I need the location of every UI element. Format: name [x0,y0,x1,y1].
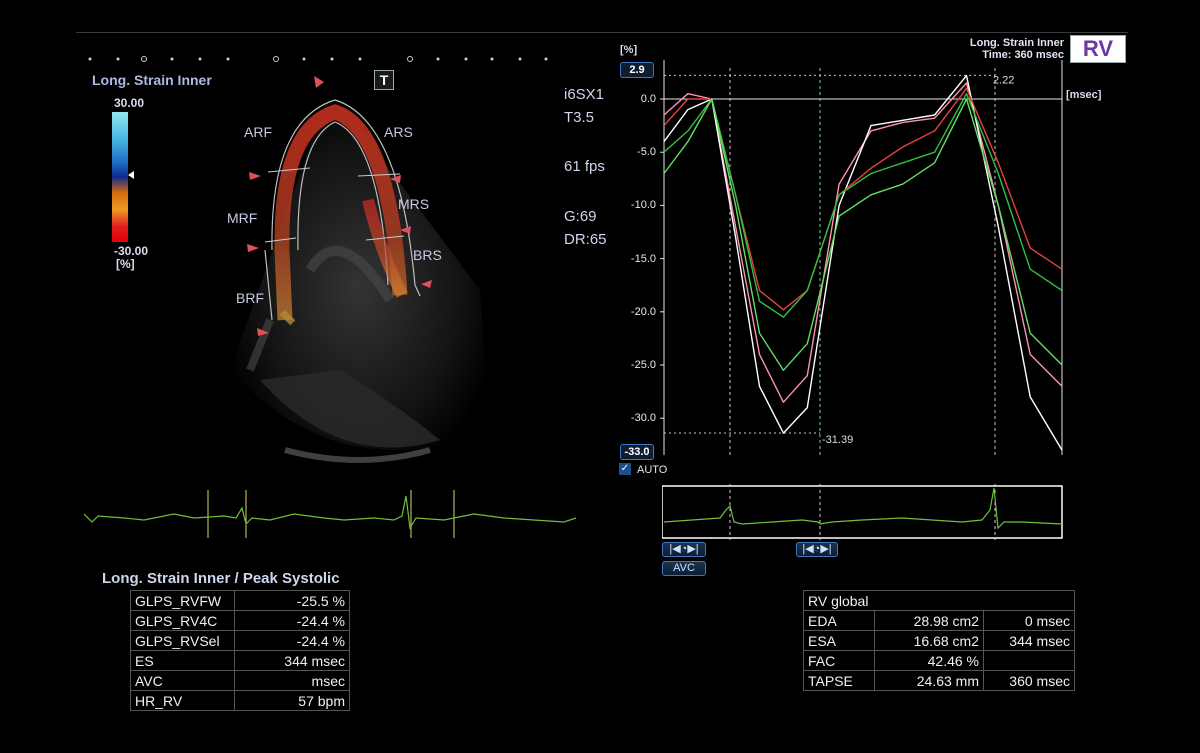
metric-value: -24.4 % [234,610,350,631]
metric-name: FAC [803,650,875,671]
metric-name: HR_RV [130,690,235,711]
top-separator [76,32,1128,33]
rv-global-title: RV global [803,590,1075,611]
rv-global-table: RV global EDA 28.98 cm2 0 msec ESA 16.68 cm2… [803,590,1075,691]
colorbar-min: -30.00 [114,244,149,258]
table-row: ESA 16.68 cm2 344 msec [803,630,1075,651]
strain-series-4 [663,98,1063,371]
colorbar-unit: [%] [116,257,135,271]
metric-value: 344 msec [234,650,350,671]
table-row: EDA 28.98 cm2 0 msec [803,610,1075,631]
strain-series-2 [663,87,1063,311]
plot-header-title: Long. Strain Inner [969,37,1064,49]
strain-curve-chart: -31.39 2.22 [660,60,1063,455]
strain-colorbar [112,112,128,242]
metric-value: -24.4 % [234,630,350,651]
table-row: GLPS_RVSel -24.4 % [130,630,350,651]
metric-time: 344 msec [983,630,1075,651]
metric-name: GLPS_RVFW [130,590,235,611]
playback-start-button[interactable]: |◀◔▶| [662,542,706,557]
metric-name: ESA [803,630,875,651]
tracking-t-icon[interactable]: T [374,70,394,90]
gain-label: G:69 [564,208,597,225]
metric-value: 42.46 % [874,650,984,671]
table-row: AVC msec [130,670,350,691]
metric-name: GLPS_RVSel [130,630,235,651]
segment-label-brf: BRF [236,290,264,306]
avc-button[interactable]: AVC [662,561,706,576]
metric-time: 0 msec [983,610,1075,631]
right-ecg-trace [662,484,1063,540]
metric-value: msec [234,670,350,691]
metric-value: 16.68 cm2 [874,630,984,651]
frequency-label: T3.5 [564,109,595,126]
table-row: GLPS_RVFW -25.5 % [130,590,350,611]
table-row: HR_RV 57 bpm [130,690,350,711]
playback-marker-button[interactable]: |◀◔▶| [796,542,838,557]
view-rv-indicator[interactable]: RV [1070,35,1126,63]
table-row: ES 344 msec [130,650,350,671]
segment-label-brs: BRS [413,247,442,263]
peak-systolic-table: GLPS_RVFW -25.5 % GLPS_RV4C -24.4 % GLPS_RVS… [130,590,350,711]
metric-value: -25.5 % [234,590,350,611]
metric-value: 28.98 cm2 [874,610,984,631]
top-value-label: 2.22 [993,74,1014,86]
metric-name: EDA [803,610,875,631]
peak-systolic-table-title: Long. Strain Inner / Peak Systolic [102,570,340,587]
colorbar-zero-marker [128,171,134,179]
metric-time [983,650,1075,671]
strain-series-3 [663,93,1063,318]
metric-name: ES [130,650,235,671]
metric-value: 57 bpm [234,690,350,711]
probe-label: i6SX1 [564,86,605,103]
table-row: TAPSE 24.63 mm 360 msec [803,670,1075,691]
auto-label: AUTO [637,464,668,476]
auto-checkbox[interactable]: ✓ [619,463,631,475]
table-row: FAC 42.46 % [803,650,1075,671]
metric-value: 24.63 mm [874,670,984,691]
x-unit: [msec] [1066,89,1102,101]
metric-time: 360 msec [983,670,1075,691]
peak-value-label: -31.39 [822,434,853,446]
strain-series-0 [663,82,1063,403]
fps-label: 61 fps [564,158,605,175]
segment-label-arf: ARF [244,124,272,140]
table-row: GLPS_RV4C -24.4 % [130,610,350,631]
ultrasound-image [230,76,490,463]
metric-name: GLPS_RV4C [130,610,235,631]
left-ecg-trace [84,490,576,538]
segment-label-mrs: MRS [398,196,430,212]
plot-header: Long. Strain Inner Time: 360 msec [930,37,1064,61]
segment-label-mrf: MRF [227,210,258,226]
metric-name: TAPSE [803,670,875,691]
strain-series-1 [663,74,1063,451]
colorbar-max: 30.00 [114,96,145,110]
frame-dots [88,56,548,62]
y-unit: [%] [620,44,638,56]
metric-name: AVC [130,670,235,691]
segment-label-ars: ARS [384,124,413,140]
